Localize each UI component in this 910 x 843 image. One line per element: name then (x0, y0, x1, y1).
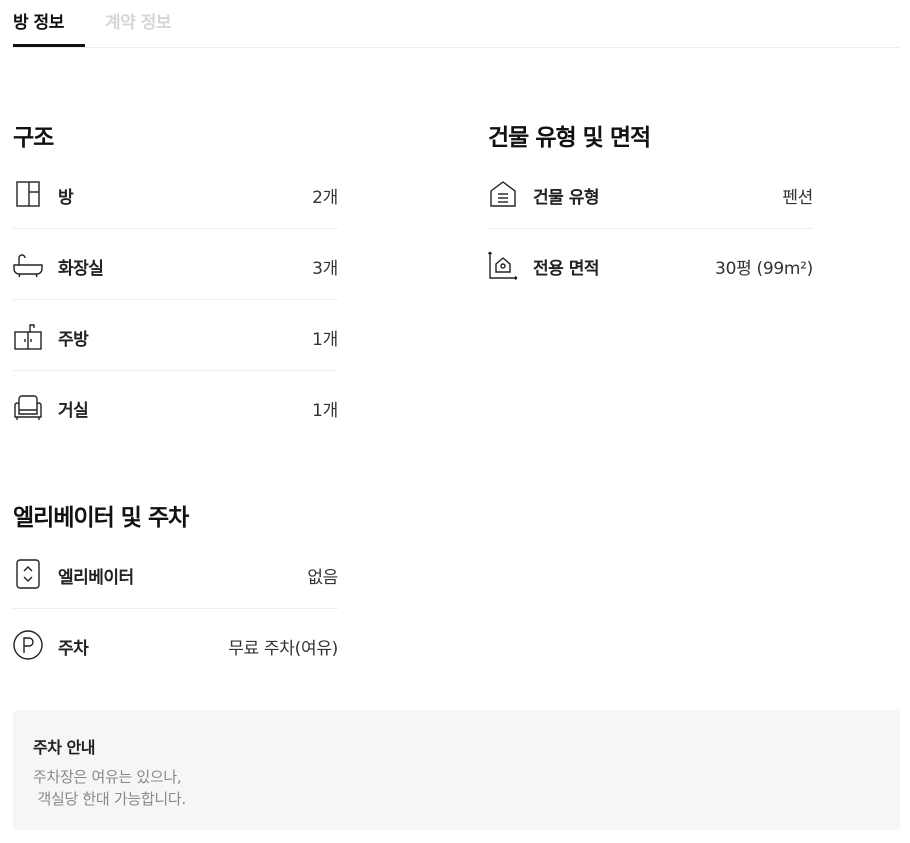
building-type-icon (488, 179, 518, 209)
room-label: 방 (58, 188, 74, 208)
living-room-label: 거실 (58, 401, 89, 421)
parking-value: 무료 주차(여유) (228, 639, 338, 659)
elevator-parking-section-title: 엘리베이터 및 주차 (13, 505, 189, 531)
tab-bar: 방 정보 계약 정보 (13, 0, 900, 48)
room-value: 2개 (312, 188, 338, 208)
tab-room-info[interactable]: 방 정보 (13, 8, 64, 33)
area-icon (488, 250, 518, 280)
bathroom-value: 3개 (312, 259, 338, 279)
structure-row-living-room: 거실 1개 (13, 371, 338, 442)
elevator-icon (13, 559, 43, 589)
building-section-title: 건물 유형 및 면적 (488, 125, 651, 151)
structure-row-kitchen: 주방 1개 (13, 300, 338, 371)
parking-notice-title: 주차 안내 (33, 738, 95, 757)
building-type-value: 펜션 (782, 188, 813, 208)
area-label: 전용 면적 (533, 259, 599, 279)
kitchen-label: 주방 (58, 330, 89, 350)
kitchen-icon (13, 321, 43, 351)
active-tab-indicator (13, 44, 85, 47)
area-value: 30평 (99m²) (715, 259, 813, 279)
parking-notice-box: 주차 안내 주차장은 여유는 있으나, 객실당 한대 가능합니다. (13, 710, 900, 830)
tab-contract-info[interactable]: 계약 정보 (105, 8, 171, 33)
structure-row-room: 방 2개 (13, 158, 338, 229)
elevator-row: 엘리베이터 없음 (13, 538, 338, 609)
elevator-label: 엘리베이터 (58, 568, 134, 588)
room-icon (13, 179, 43, 209)
armchair-icon (13, 392, 43, 422)
structure-row-bathroom: 화장실 3개 (13, 229, 338, 300)
building-type-label: 건물 유형 (533, 188, 599, 208)
parking-label: 주차 (58, 639, 89, 659)
structure-section-title: 구조 (13, 125, 54, 151)
kitchen-value: 1개 (312, 330, 338, 350)
bathtub-icon (13, 250, 43, 280)
building-row-type: 건물 유형 펜션 (488, 158, 813, 229)
bathroom-label: 화장실 (58, 259, 104, 279)
building-row-area: 전용 면적 30평 (99m²) (488, 229, 813, 300)
parking-icon (13, 630, 43, 660)
elevator-value: 없음 (307, 568, 338, 588)
living-room-value: 1개 (312, 401, 338, 421)
parking-row: 주차 무료 주차(여유) (13, 609, 338, 680)
parking-notice-body: 주차장은 여유는 있으나, 객실당 한대 가능합니다. (33, 768, 186, 808)
